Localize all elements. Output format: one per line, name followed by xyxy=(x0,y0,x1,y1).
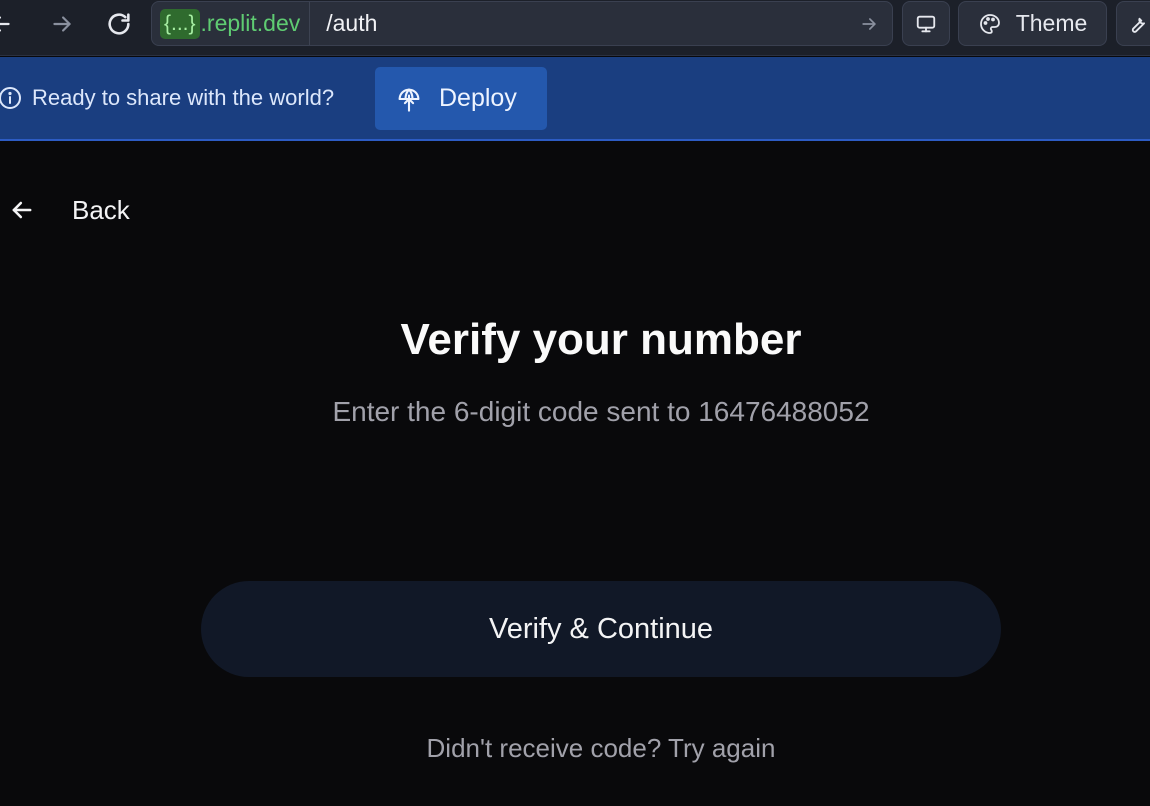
deploy-label: Deploy xyxy=(439,84,517,112)
reload-icon xyxy=(108,13,130,35)
reload-button[interactable] xyxy=(102,8,136,40)
deploy-globe-icon xyxy=(398,88,420,112)
address-bar[interactable]: {...} .replit.dev /auth xyxy=(151,1,893,46)
back-arrow-icon xyxy=(12,201,32,219)
theme-button[interactable]: Theme xyxy=(958,1,1107,46)
palette-icon xyxy=(979,13,1000,34)
resend-code-link[interactable]: Didn't receive code? Try again xyxy=(0,733,1150,764)
theme-label: Theme xyxy=(1015,10,1088,36)
tools-button[interactable] xyxy=(1116,1,1150,46)
browser-toolbar: {...} .replit.dev /auth Theme xyxy=(0,0,1150,56)
url-host: {...} .replit.dev xyxy=(152,2,311,45)
back-link[interactable]: Back xyxy=(8,190,130,230)
url-go-button[interactable] xyxy=(846,2,892,45)
browser-back-button[interactable] xyxy=(0,8,18,40)
monitor-icon xyxy=(916,15,936,32)
back-arrow-icon xyxy=(0,16,10,32)
info-icon xyxy=(0,87,21,109)
deploy-button[interactable]: Deploy xyxy=(375,67,547,130)
devices-button[interactable] xyxy=(902,1,950,46)
deploy-banner: Ready to share with the world? Deploy xyxy=(0,57,1150,141)
forward-arrow-icon xyxy=(53,16,71,32)
browser-forward-button[interactable] xyxy=(45,8,79,40)
verify-continue-button[interactable]: Verify & Continue xyxy=(201,581,1001,677)
banner-info: Ready to share with the world? xyxy=(0,83,334,113)
url-host-badge: {...} xyxy=(160,8,200,39)
banner-message: Ready to share with the world? xyxy=(32,85,335,110)
back-label: Back xyxy=(72,194,130,225)
url-host-suffix: .replit.dev xyxy=(200,10,301,36)
page-subtitle: Enter the 6-digit code sent to 164764880… xyxy=(332,396,870,427)
wrench-icon xyxy=(1131,17,1145,33)
go-arrow-icon xyxy=(862,17,876,30)
page-title: Verify your number xyxy=(400,315,802,364)
url-path-input[interactable]: /auth xyxy=(310,10,846,37)
